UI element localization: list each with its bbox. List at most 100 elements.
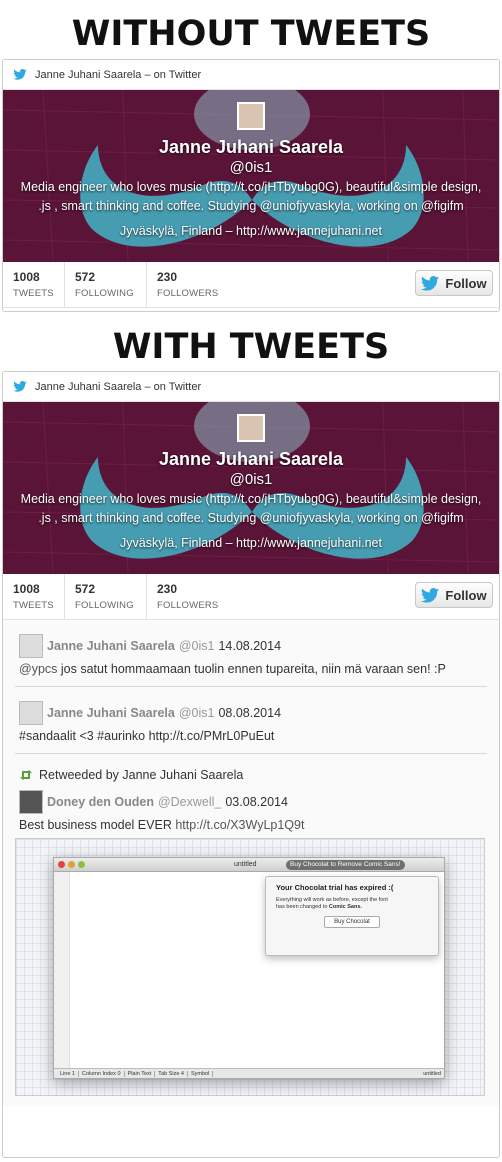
stat-label: FOLLOWERS <box>157 288 219 299</box>
popup-title: Your Chocolat trial has expired :( <box>276 883 394 892</box>
tweet-avatar[interactable] <box>19 634 43 658</box>
widget-header-title: Janne Juhani Saarela – on Twitter <box>35 68 202 81</box>
tweet-text: #sandaalit <3 #aurinko http://t.co/PMrL0… <box>19 729 275 743</box>
minimize-icon <box>68 861 75 868</box>
stat-label: TWEETS <box>13 600 54 611</box>
tweet-author-name[interactable]: Doney den Ouden <box>47 795 154 809</box>
profile-avatar[interactable] <box>237 414 265 442</box>
status-item: untitled <box>423 1070 441 1077</box>
profile-bio: Media engineer who loves music (http://t… <box>3 490 499 528</box>
stat-number: 230 <box>157 582 178 596</box>
tweet-date[interactable]: 14.08.2014 <box>218 639 281 653</box>
tweet-author-name[interactable]: Janne Juhani Saarela <box>47 639 175 653</box>
follow-label: Follow <box>445 275 487 291</box>
retweet-icon <box>20 770 32 780</box>
stat-number: 1008 <box>13 270 40 284</box>
status-item: Line 1 <box>57 1070 79 1077</box>
bio-line: Media engineer who loves music (http://t… <box>20 492 482 506</box>
window-title: untitled <box>234 861 257 868</box>
twitter-bird-icon <box>13 69 27 80</box>
status-item: Tab Size 4 <box>155 1070 188 1077</box>
profile-banner: Janne Juhani Saarela @0is1 Media enginee… <box>3 90 499 262</box>
tweet-mention-link[interactable]: @ypcs <box>19 662 57 676</box>
heading-with-tweets: WITH TWEETS <box>112 327 390 367</box>
retweet-indicator: Retweeded by Janne Juhani Saarela <box>19 768 487 782</box>
bio-line: .js , smart thinking and coffee. Studyin… <box>38 199 464 213</box>
twitter-widget-without-tweets: Janne Juhani Saarela – on Twitter Janne … <box>2 59 500 312</box>
stat-number: 1008 <box>13 582 40 596</box>
widget-header-title: Janne Juhani Saarela – on Twitter <box>35 380 202 393</box>
profile-avatar[interactable] <box>237 102 265 130</box>
status-item: Symbol <box>188 1070 214 1077</box>
tweet-text: Best business model EVER http://t.co/X3W… <box>19 818 487 832</box>
popup-line: Everything will work as before, except t… <box>276 897 388 903</box>
tweet-body: Best business model EVER <box>19 818 176 832</box>
tweet-url-link[interactable]: http://t.co/X3WyLp1Q9t <box>175 818 304 832</box>
stat-number: 230 <box>157 270 178 284</box>
stat-followers[interactable]: 230 FOLLOWERS <box>147 574 231 620</box>
maximize-icon <box>78 861 85 868</box>
line-gutter <box>54 872 70 1068</box>
twitter-bird-icon <box>421 587 440 603</box>
profile-name[interactable]: Janne Juhani Saarela <box>3 137 499 158</box>
twitter-bird-icon <box>421 275 440 291</box>
profile-handle[interactable]: @0is1 <box>3 159 499 176</box>
tweet-body: jos satut hommaamaan tuolin ennen tupare… <box>57 662 446 676</box>
twitter-bird-icon <box>13 381 27 392</box>
tweet-author-handle[interactable]: @0is1 <box>179 639 215 653</box>
stat-tweets[interactable]: 1008 TWEETS <box>3 261 65 308</box>
stat-tweets[interactable]: 1008 TWEETS <box>3 573 65 620</box>
trial-expired-popup: Your Chocolat trial has expired :( Every… <box>265 876 439 956</box>
status-item: Column Index 0 <box>79 1070 125 1077</box>
stat-followers[interactable]: 230 FOLLOWERS <box>147 262 231 308</box>
stat-following[interactable]: 572 FOLLOWING <box>65 573 147 620</box>
profile-handle[interactable]: @0is1 <box>3 471 499 488</box>
tweet: Janne Juhani Saarela @0is1 14.08.2014 @y… <box>15 620 487 687</box>
stat-label: TWEETS <box>13 288 54 299</box>
tweet-author-name[interactable]: Janne Juhani Saarela <box>47 706 175 720</box>
tweet-avatar[interactable] <box>19 790 43 814</box>
profile-stats: 1008 TWEETS 572 FOLLOWING 230 FOLLOWERS … <box>3 573 499 620</box>
buy-banner-pill: Buy Chocolat to Remove Comic Sans! <box>286 860 405 870</box>
widget-header[interactable]: Janne Juhani Saarela – on Twitter <box>3 372 499 402</box>
profile-stats: 1008 TWEETS 572 FOLLOWING 230 FOLLOWERS … <box>3 261 499 308</box>
stat-number: 572 <box>75 270 96 284</box>
follow-button[interactable]: Follow <box>415 582 493 608</box>
status-item: Plain Text <box>125 1070 156 1077</box>
profile-bio: Media engineer who loves music (http://t… <box>3 178 499 216</box>
profile-banner: Janne Juhani Saarela @0is1 Media enginee… <box>3 402 499 574</box>
profile-location: Jyväskylä, Finland – http://www.jannejuh… <box>120 536 382 550</box>
buy-chocolat-button: Buy Chocolat <box>324 916 380 928</box>
stat-label: FOLLOWERS <box>157 600 219 611</box>
tweet-text: @ypcs jos satut hommaamaan tuolin ennen … <box>19 662 487 676</box>
follow-label: Follow <box>445 587 487 603</box>
stat-following[interactable]: 572 FOLLOWING <box>65 261 147 308</box>
bio-line: Media engineer who loves music (http://t… <box>20 180 482 194</box>
tweet-date[interactable]: 08.08.2014 <box>218 706 281 720</box>
retweeted-by-text: Retweeded by Janne Juhani Saarela <box>39 768 244 782</box>
popup-text: Everything will work as before, except t… <box>276 897 428 911</box>
stat-label: FOLLOWING <box>75 600 134 611</box>
popup-bold: Comic Sans. <box>328 904 362 910</box>
profile-location: Jyväskylä, Finland – http://www.jannejuh… <box>120 224 382 238</box>
tweet-author-handle[interactable]: @Dexwell_ <box>158 795 221 809</box>
tweet-date[interactable]: 03.08.2014 <box>225 795 288 809</box>
window-titlebar: untitled Buy Chocolat to Remove Comic Sa… <box>54 858 444 872</box>
profile-name[interactable]: Janne Juhani Saarela <box>3 449 499 470</box>
follow-button[interactable]: Follow <box>415 270 493 296</box>
chocolat-app-window: untitled Buy Chocolat to Remove Comic Sa… <box>53 857 445 1079</box>
editor-statusbar: Line 1 Column Index 0 Plain Text Tab Siz… <box>54 1068 444 1078</box>
heading-without-tweets: WITHOUT TWEETS <box>71 14 431 54</box>
tweet: Janne Juhani Saarela @0is1 08.08.2014 #s… <box>15 687 487 754</box>
popup-line: has been changed to <box>276 904 329 910</box>
close-icon <box>58 861 65 868</box>
stat-label: FOLLOWING <box>75 288 134 299</box>
bio-line: .js , smart thinking and coffee. Studyin… <box>38 511 464 525</box>
tweet: Retweeded by Janne Juhani Saarela Doney … <box>15 754 487 1106</box>
tweet-list: Janne Juhani Saarela @0is1 14.08.2014 @y… <box>3 620 499 1106</box>
stat-number: 572 <box>75 582 96 596</box>
widget-header[interactable]: Janne Juhani Saarela – on Twitter <box>3 60 499 90</box>
tweet-media-image[interactable]: untitled Buy Chocolat to Remove Comic Sa… <box>15 838 485 1096</box>
tweet-author-handle[interactable]: @0is1 <box>179 706 215 720</box>
tweet-avatar[interactable] <box>19 701 43 725</box>
